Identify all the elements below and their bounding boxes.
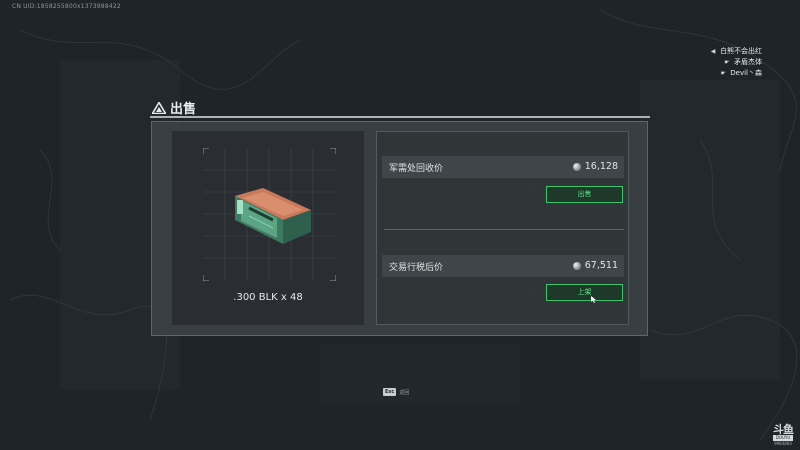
team-member: ☛ Devil丶森 — [709, 68, 762, 79]
vendor-price-amount: 16,128 — [584, 161, 618, 172]
vendor-price-value: 16,128 — [572, 161, 618, 172]
dialog-title: 出售 — [152, 98, 196, 117]
title-divider — [150, 116, 650, 118]
watermark-room: 9984860 — [774, 441, 792, 446]
item-grid — [203, 148, 336, 281]
esc-hint[interactable]: Esc 返回 — [383, 388, 409, 396]
douyu-watermark: 斗鱼 DOUYU 9984860 — [773, 423, 794, 447]
team-member-name: 白熊不会出红 — [720, 47, 762, 55]
team-member: ◀ 白熊不会出红 — [709, 46, 762, 57]
dialog-title-text: 出售 — [170, 102, 197, 117]
vendor-price-row: 军需处回收价 16,128 — [382, 156, 624, 178]
hand-icon: ☛ — [720, 70, 726, 77]
mouse-cursor-icon — [591, 296, 596, 303]
market-price-amount: 67,511 — [584, 260, 618, 271]
esc-key: Esc — [383, 388, 397, 396]
speaker-icon: ◀ — [710, 48, 716, 55]
team-member-name: 矛盾杰体 — [734, 58, 762, 66]
vendor-price-label: 军需处回收价 — [389, 164, 444, 174]
item-name: .300 BLK x 48 — [233, 292, 303, 303]
coin-icon — [572, 162, 581, 171]
esc-label: 返回 — [399, 389, 410, 396]
list-on-market-button[interactable]: 上架 — [546, 284, 623, 301]
coin-icon — [572, 261, 581, 270]
price-divider — [384, 229, 624, 230]
team-member-name: Devil丶森 — [730, 69, 762, 77]
sell-button[interactable]: 出售 — [546, 186, 623, 203]
team-list: ◀ 白熊不会出红 ☛ 矛盾杰体 ☛ Devil丶森 — [709, 46, 762, 79]
player-uid: CN UID:1858255800x1373988422 — [12, 3, 121, 10]
market-price-label: 交易行税后价 — [389, 263, 444, 273]
market-price-value: 67,511 — [572, 260, 618, 271]
watermark-logo: 斗鱼 — [773, 423, 794, 436]
market-price-row: 交易行税后价 67,511 — [382, 255, 624, 277]
hand-icon: ☛ — [724, 59, 730, 66]
warning-triangle-icon — [152, 101, 166, 114]
team-member: ☛ 矛盾杰体 — [709, 57, 762, 68]
